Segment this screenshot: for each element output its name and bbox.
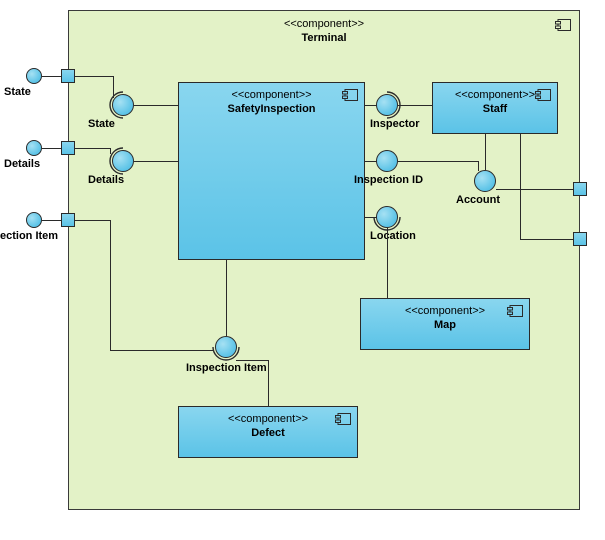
connector	[268, 360, 269, 406]
terminal-stereotype: <<component>>	[69, 17, 579, 31]
connector	[134, 161, 178, 162]
component-safety-inspection[interactable]: <<component>> SafetyInspection	[178, 82, 365, 260]
interface-inspector-label: Inspector	[370, 118, 420, 130]
connector	[42, 148, 62, 149]
port-right-1[interactable]	[573, 182, 587, 196]
component-icon	[342, 89, 358, 101]
connector	[75, 220, 110, 221]
diagram-canvas: <<component>> Terminal State Details ect…	[0, 0, 605, 540]
component-staff[interactable]: <<component>> Staff	[432, 82, 558, 134]
connector	[113, 76, 114, 98]
connector	[42, 76, 62, 77]
external-interface-details-circle[interactable]	[26, 140, 42, 156]
connector	[365, 161, 377, 162]
socket-inspection-item	[213, 334, 239, 360]
connector	[398, 105, 432, 106]
port-inspection-item[interactable]	[61, 213, 75, 227]
port-state[interactable]	[61, 69, 75, 83]
connector	[478, 161, 479, 171]
interface-state-label: State	[88, 118, 115, 130]
connector	[485, 134, 486, 170]
component-map[interactable]: <<component>> Map	[360, 298, 530, 350]
interface-inspection-id-label: Inspection ID	[354, 174, 423, 186]
connector	[75, 76, 113, 77]
component-icon	[507, 305, 523, 317]
socket-inspector	[374, 92, 400, 118]
external-interface-inspection-item-label: ection Item	[0, 230, 58, 242]
component-defect[interactable]: <<component>> Defect	[178, 406, 358, 458]
connector	[110, 350, 213, 351]
connector	[365, 217, 377, 218]
connector	[42, 220, 62, 221]
connector	[236, 360, 268, 361]
connector	[134, 105, 178, 106]
map-name: Map	[361, 317, 529, 331]
component-icon	[555, 19, 571, 31]
map-stereotype: <<component>>	[361, 299, 529, 317]
external-interface-inspection-item-circle[interactable]	[26, 212, 42, 228]
interface-location-label: Location	[370, 230, 416, 242]
connector	[496, 189, 573, 190]
connector	[398, 161, 478, 162]
connector	[226, 260, 227, 336]
interface-account-label: Account	[456, 194, 500, 206]
safety-inspection-name: SafetyInspection	[179, 101, 364, 115]
interface-account-circle[interactable]	[474, 170, 496, 192]
socket-location	[374, 204, 400, 230]
defect-stereotype: <<component>>	[179, 407, 357, 425]
interface-details-circle[interactable]	[112, 150, 134, 172]
component-icon	[535, 89, 551, 101]
external-interface-details-label: Details	[4, 158, 40, 170]
interface-details-label: Details	[88, 174, 124, 186]
port-right-2[interactable]	[573, 232, 587, 246]
connector	[110, 220, 111, 350]
terminal-header: <<component>> Terminal	[69, 11, 579, 45]
connector	[110, 148, 111, 154]
external-interface-state-circle[interactable]	[26, 68, 42, 84]
interface-inspection-id-circle[interactable]	[376, 150, 398, 172]
port-details[interactable]	[61, 141, 75, 155]
staff-name: Staff	[433, 101, 557, 115]
component-icon	[335, 413, 351, 425]
safety-inspection-stereotype: <<component>>	[179, 83, 364, 101]
interface-state-circle[interactable]	[112, 94, 134, 116]
terminal-name: Terminal	[69, 31, 579, 45]
external-interface-state-label: State	[4, 86, 31, 98]
connector	[75, 148, 110, 149]
connector	[365, 105, 377, 106]
connector	[520, 134, 521, 239]
connector	[387, 228, 388, 298]
defect-name: Defect	[179, 425, 357, 439]
interface-inspection-item-label: Inspection Item	[186, 362, 267, 374]
connector	[520, 239, 573, 240]
